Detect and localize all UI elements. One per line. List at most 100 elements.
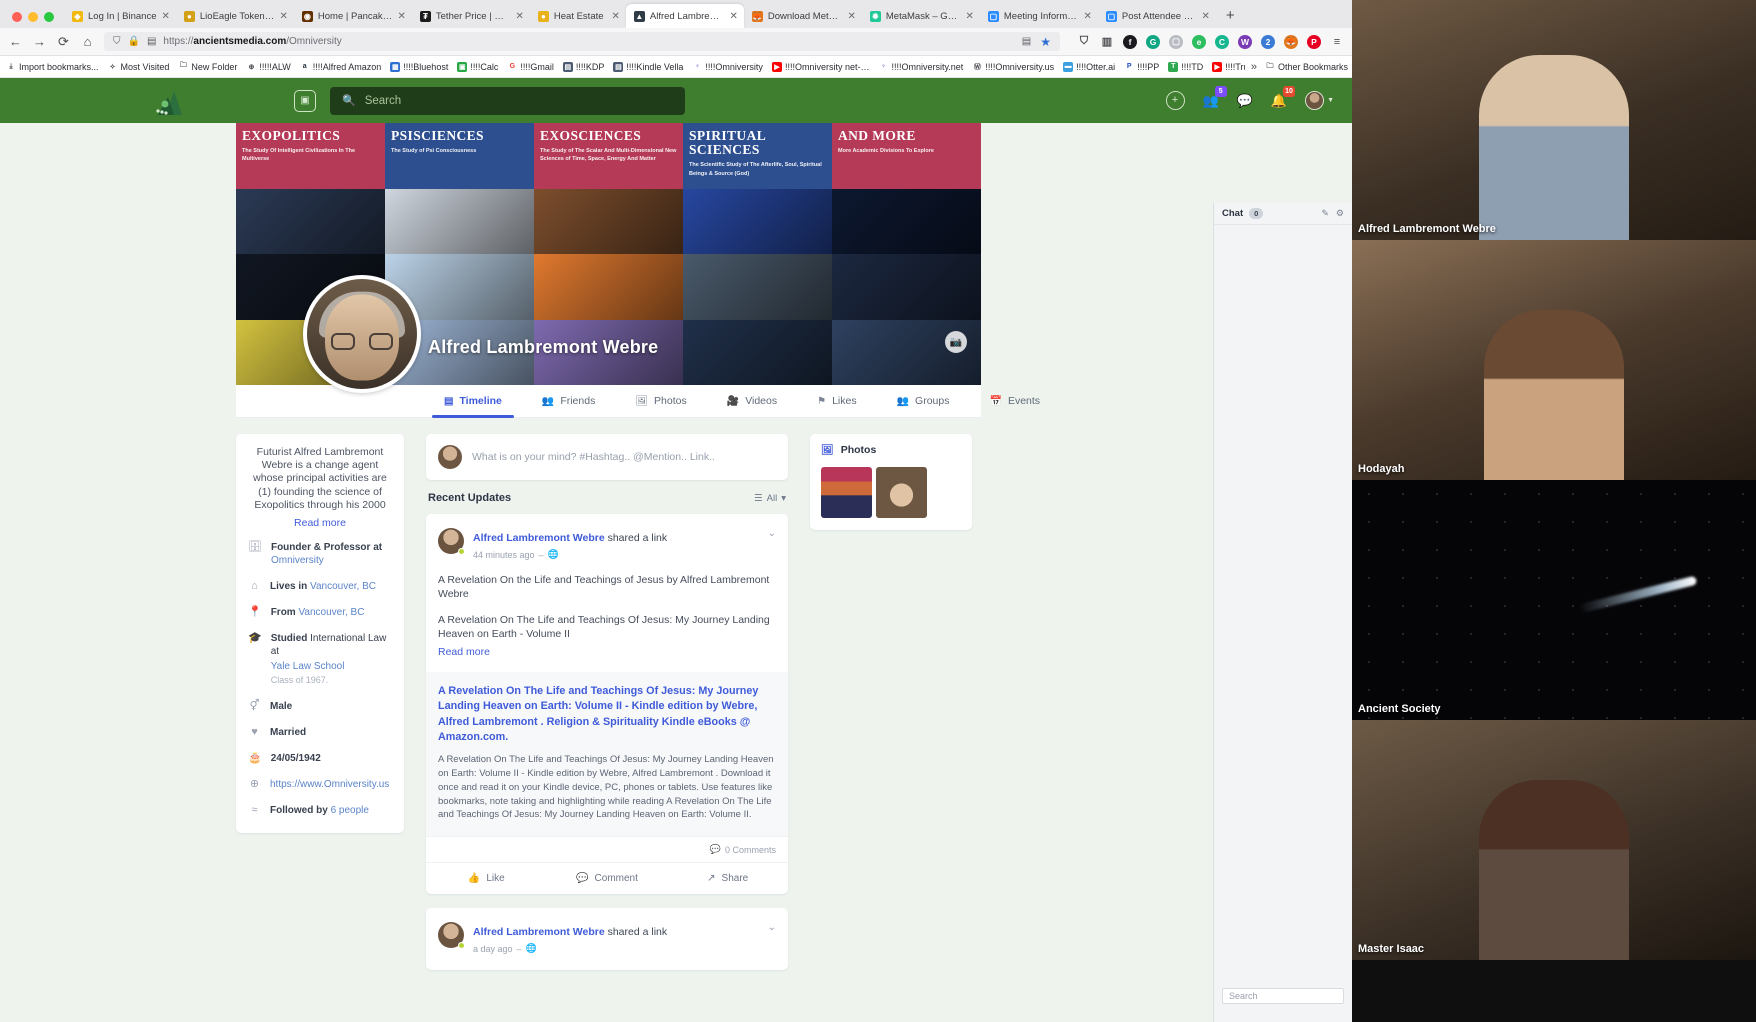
about-row-link[interactable]: Vancouver, BC — [310, 581, 376, 592]
user-avatar-menu[interactable]: ▼ — [1305, 91, 1334, 110]
reload-icon[interactable]: ⟳ — [56, 34, 71, 50]
browser-tab[interactable]: ◈ Log In | Binance ✕ — [64, 4, 176, 28]
zoom-chat-search-input[interactable]: Search — [1222, 988, 1344, 1004]
bookmark-item[interactable]: ♆ !!!!Omniversity — [692, 61, 763, 72]
grammarly-icon[interactable]: G — [1146, 34, 1160, 49]
metamask-icon[interactable]: 🦊 — [1284, 34, 1298, 49]
tab-friends[interactable]: 👥 Friends — [522, 385, 615, 418]
composer-input[interactable]: What is on your mind? #Hashtag.. @Mentio… — [472, 451, 715, 463]
browser-tab[interactable]: ▲ Alfred Lambremont Web… ✕ — [625, 4, 744, 28]
page-actions-icon[interactable]: ▤ — [1022, 36, 1031, 47]
close-tab-icon[interactable]: ✕ — [516, 11, 524, 22]
zoom-participant-tile[interactable]: Ancient Society — [1352, 480, 1756, 720]
qr-scan-icon[interactable]: ▣ — [294, 89, 316, 112]
window-controls[interactable] — [8, 12, 64, 28]
site-search[interactable]: 🔍 Search — [330, 86, 685, 115]
post-read-more-link[interactable]: Read more — [438, 646, 776, 658]
post-author-avatar[interactable] — [438, 528, 465, 555]
back-icon[interactable]: ← — [8, 34, 23, 49]
shield-icon[interactable]: ⛉ — [113, 36, 121, 47]
browser-tab[interactable]: 🦊 Download MetaMask |… ✕ — [744, 4, 862, 28]
bookmark-item[interactable]: ▦ !!!!Bluehost — [390, 61, 448, 72]
browser-tab[interactable]: ● LioEagle Token Commu… ✕ — [176, 4, 294, 28]
post-menu-icon[interactable]: ⌄ — [768, 528, 776, 539]
bookmark-item[interactable]: G !!!!Gmail — [507, 61, 554, 72]
pocket-icon[interactable]: ⛉ — [1077, 35, 1091, 49]
post-action-comment[interactable]: 💬 Comment — [547, 863, 668, 894]
about-read-more-link[interactable]: Read more — [248, 517, 392, 529]
browser-tab[interactable]: ₮ Tether Price | USDT Pri… ✕ — [412, 4, 530, 28]
pencil-icon[interactable]: ✎ — [1321, 208, 1329, 219]
plus-circle-icon[interactable]: + — [1165, 91, 1185, 110]
post-author-link[interactable]: Alfred Lambremont Webre — [473, 926, 605, 938]
friends-icon[interactable]: 👥 5 — [1203, 85, 1227, 109]
bookmark-item[interactable]: ✧ Most Visited — [107, 61, 169, 72]
sidebar-icon[interactable]: ▥ — [1100, 35, 1114, 49]
about-row-link[interactable]: Omniversity — [271, 555, 324, 566]
address-bar[interactable]: ⛉ 🔒 ▤ https://ancientsmedia.com/Omnivers… — [104, 32, 1060, 51]
bookmark-item[interactable]: ▶ !!!!Omniversity net-… — [771, 61, 869, 72]
close-tab-icon[interactable]: ✕ — [280, 11, 288, 22]
close-tab-icon[interactable]: ✕ — [612, 11, 620, 22]
new-tab-button[interactable]: + — [1216, 7, 1245, 28]
post-author-avatar[interactable] — [438, 922, 465, 950]
message-icon[interactable]: 💬 — [1237, 93, 1253, 109]
lastpass-icon[interactable]: 2 — [1261, 34, 1275, 49]
bookmark-item[interactable]: ▤ !!!!KDP — [562, 61, 604, 72]
site-logo[interactable] — [142, 84, 196, 118]
tab-videos[interactable]: 🎥 Videos — [707, 385, 797, 418]
close-tab-icon[interactable]: ✕ — [1202, 11, 1210, 22]
bookmark-item[interactable]: 🗀 New Folder — [178, 61, 237, 72]
about-row-link[interactable]: https://www.Omniversity.us — [270, 779, 389, 790]
facebook-container-icon[interactable]: f — [1123, 34, 1137, 49]
other-bookmarks-folder[interactable]: 🗀 Other Bookmarks — [1264, 62, 1348, 72]
close-tab-icon[interactable]: ✕ — [1084, 11, 1092, 22]
browser-tab[interactable]: ✹ MetaMask – Get this Ex… ✕ — [862, 4, 980, 28]
grammar-circle-icon[interactable]: C — [1215, 34, 1229, 49]
recent-updates-filter[interactable]: ☰ All ▾ — [754, 493, 786, 504]
photo-thumb-portrait[interactable] — [876, 467, 927, 518]
camera-icon[interactable]: 📷 — [945, 331, 967, 353]
about-row-school-link[interactable]: Yale Law School — [271, 660, 392, 673]
tab-likes[interactable]: ⚑ Likes — [797, 385, 876, 418]
post-author-link[interactable]: Alfred Lambremont Webre — [473, 532, 605, 544]
gear-icon[interactable]: ⚙ — [1336, 208, 1344, 219]
bookmark-item[interactable]: Ⓦ !!!!Omniversity.us — [972, 61, 1054, 72]
maximize-window-button[interactable] — [44, 12, 54, 22]
post-action-like[interactable]: 👍 Like — [426, 863, 547, 894]
close-tab-icon[interactable]: ✕ — [730, 11, 738, 22]
bookmark-item[interactable]: a !!!!Alfred Amazon — [299, 61, 381, 72]
bookmark-item[interactable]: P !!!!PP — [1124, 61, 1159, 72]
forward-icon[interactable]: → — [32, 34, 47, 49]
post-menu-icon[interactable]: ⌄ — [768, 922, 776, 933]
reader-mode-icon[interactable]: ▤ — [147, 36, 156, 47]
link-preview[interactable]: A Revelation On The Life and Teachings O… — [426, 671, 788, 837]
zoom-participant-tile[interactable]: Master Isaac — [1352, 720, 1756, 960]
bookmark-item[interactable]: ▣ !!!!Calc — [457, 61, 498, 72]
browser-tab[interactable]: ▢ Meeting Information -… ✕ — [980, 4, 1098, 28]
tab-photos[interactable]: 🖼 Photos — [615, 385, 706, 418]
bell-icon[interactable]: 🔔 10 — [1271, 85, 1296, 109]
bookmark-item[interactable]: ⤓ Import bookmarks... — [6, 61, 99, 72]
bookmarks-overflow-icon[interactable]: » — [1251, 61, 1257, 73]
photo-thumb-cover[interactable] — [821, 467, 872, 518]
bookmark-item[interactable]: ▤ !!!!Kindle Vella — [613, 61, 683, 72]
zoom-participant-tile[interactable]: Hodayah — [1352, 240, 1756, 480]
post-composer[interactable]: What is on your mind? #Hashtag.. @Mentio… — [426, 434, 788, 480]
pinterest-icon[interactable]: P — [1307, 34, 1321, 49]
close-tab-icon[interactable]: ✕ — [162, 11, 170, 22]
home-icon[interactable]: ⌂ — [80, 34, 95, 49]
zoom-participant-tile[interactable]: Alfred Lambremont Webre — [1352, 0, 1756, 240]
tab-events[interactable]: 📅 Events — [969, 385, 1060, 418]
hamburger-menu-icon[interactable]: ≡ — [1330, 35, 1344, 49]
browser-tab[interactable]: ● Heat Estate ✕ — [530, 4, 626, 28]
close-tab-icon[interactable]: ✕ — [966, 11, 974, 22]
bookmark-star-icon[interactable]: ★ — [1040, 35, 1051, 49]
walmart-icon[interactable]: W — [1238, 34, 1252, 49]
evernote-icon[interactable]: e — [1192, 34, 1206, 49]
about-row-link[interactable]: Vancouver, BC — [298, 607, 364, 618]
browser-tab[interactable]: ◉ Home | PancakeSwap ✕ — [294, 4, 412, 28]
about-row-link[interactable]: 6 people — [331, 805, 369, 816]
bookmark-item[interactable]: ▬ !!!!Otter.ai — [1063, 61, 1115, 72]
close-window-button[interactable] — [12, 12, 22, 22]
